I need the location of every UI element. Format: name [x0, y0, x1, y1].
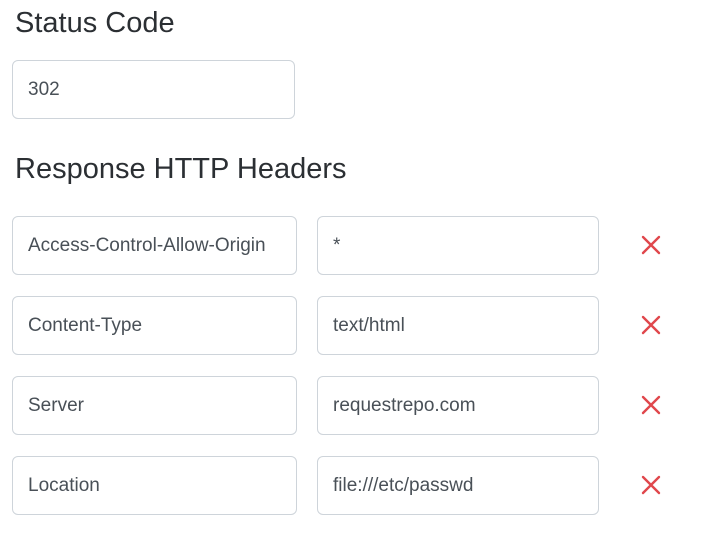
close-icon — [641, 475, 661, 495]
header-value-input[interactable]: file:///etc/passwd — [317, 456, 599, 515]
header-value-input[interactable]: * — [317, 216, 599, 275]
header-value-input[interactable]: text/html — [317, 296, 599, 355]
status-code-title: Status Code — [15, 7, 175, 39]
close-icon — [641, 395, 661, 415]
delete-header-button[interactable] — [637, 311, 665, 339]
header-value-input[interactable]: requestrepo.com — [317, 376, 599, 435]
header-row: Content-Type text/html — [0, 296, 710, 355]
header-name-input[interactable]: Content-Type — [12, 296, 297, 355]
header-row: Location file:///etc/passwd — [0, 456, 710, 515]
response-editor: Status Code 302 Response HTTP Headers Ac… — [0, 0, 710, 544]
response-headers-title: Response HTTP Headers — [15, 153, 347, 185]
delete-header-button[interactable] — [637, 391, 665, 419]
delete-header-button[interactable] — [637, 231, 665, 259]
header-name-input[interactable]: Location — [12, 456, 297, 515]
header-row: Server requestrepo.com — [0, 376, 710, 435]
close-icon — [641, 315, 661, 335]
header-row: Access-Control-Allow-Origin * — [0, 216, 710, 275]
delete-header-button[interactable] — [637, 471, 665, 499]
header-name-input[interactable]: Server — [12, 376, 297, 435]
header-name-input[interactable]: Access-Control-Allow-Origin — [12, 216, 297, 275]
close-icon — [641, 235, 661, 255]
status-code-input[interactable]: 302 — [12, 60, 295, 119]
